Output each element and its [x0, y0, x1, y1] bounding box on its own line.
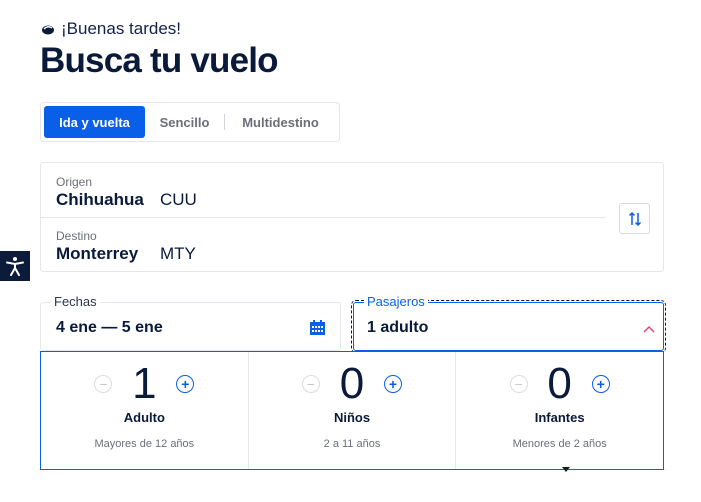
- swap-arrows-icon: [628, 211, 641, 226]
- infantes-increment-button[interactable]: +: [591, 375, 610, 393]
- greeting-text: ¡Buenas tardes!: [61, 19, 182, 38]
- route-divider: [41, 217, 606, 218]
- page-title: Busca tu vuelo: [40, 41, 279, 80]
- infantes-title: Infantes: [534, 410, 585, 425]
- adulto-count: 1: [132, 359, 157, 408]
- dates-label: Fechas: [51, 294, 100, 309]
- passengers-dropdown: − 1 + Adulto Mayores de 12 años − 0 + Ni…: [40, 351, 664, 470]
- destination-label: Destino: [56, 229, 97, 243]
- tab-ida-y-vuelta[interactable]: Ida y vuelta: [44, 106, 145, 138]
- origin-label: Origen: [56, 175, 93, 189]
- infantes-count: 0: [547, 359, 572, 408]
- passenger-group-ninos: − 0 + Niños 2 a 11 años: [249, 352, 457, 469]
- origin-code[interactable]: CUU: [160, 190, 197, 210]
- passengers-label: Pasajeros: [364, 294, 428, 309]
- adulto-subtitle: Mayores de 12 años: [94, 438, 195, 450]
- dates-field[interactable]: Fechas 4 ene — 5 ene: [40, 294, 341, 351]
- accessibility-button[interactable]: [0, 251, 30, 281]
- passengers-field[interactable]: Pasajeros 1 adulto: [351, 294, 666, 353]
- ninos-subtitle: 2 a 11 años: [323, 438, 381, 450]
- ninos-stepper: − 0 +: [249, 360, 456, 408]
- ninos-title: Niños: [333, 410, 371, 425]
- accessibility-icon: [6, 257, 24, 276]
- route-selector: Origen Chihuahua CUU Destino Monterrey M…: [40, 162, 664, 272]
- destination-city[interactable]: Monterrey: [56, 244, 138, 264]
- ninos-count: 0: [339, 359, 365, 408]
- tab-multidestino[interactable]: Multidestino: [225, 106, 336, 138]
- adulto-stepper: − 1 +: [41, 360, 248, 408]
- infantes-subtitle: Menores de 2 años: [512, 438, 607, 450]
- passenger-group-infantes: − 0 + Infantes Menores de 2 años: [456, 352, 663, 469]
- passengers-value: 1 adulto: [367, 319, 429, 336]
- chevron-up-icon[interactable]: [643, 325, 655, 333]
- caret-down-icon: [562, 467, 570, 472]
- adulto-increment-button[interactable]: +: [176, 375, 195, 393]
- trip-type-tabs: Ida y vuelta Sencillo Multidestino: [40, 102, 340, 142]
- adulto-decrement-button[interactable]: −: [94, 375, 113, 393]
- calendar-icon: [310, 320, 325, 335]
- dates-value: 4 ene — 5 ene: [56, 319, 163, 336]
- adulto-title: Adulto: [123, 410, 165, 425]
- greeting: ¡Buenas tardes!: [41, 19, 181, 39]
- ninos-decrement-button[interactable]: −: [302, 375, 320, 393]
- weather-icon: [42, 25, 54, 35]
- origin-city[interactable]: Chihuahua: [56, 190, 144, 210]
- ninos-increment-button[interactable]: +: [384, 375, 402, 393]
- infantes-decrement-button[interactable]: −: [509, 375, 528, 393]
- tab-sencillo[interactable]: Sencillo: [145, 106, 224, 138]
- passenger-group-adulto: − 1 + Adulto Mayores de 12 años: [41, 352, 249, 469]
- destination-code[interactable]: MTY: [160, 244, 196, 264]
- infantes-stepper: − 0 +: [456, 360, 663, 408]
- swap-route-button[interactable]: [619, 203, 650, 234]
